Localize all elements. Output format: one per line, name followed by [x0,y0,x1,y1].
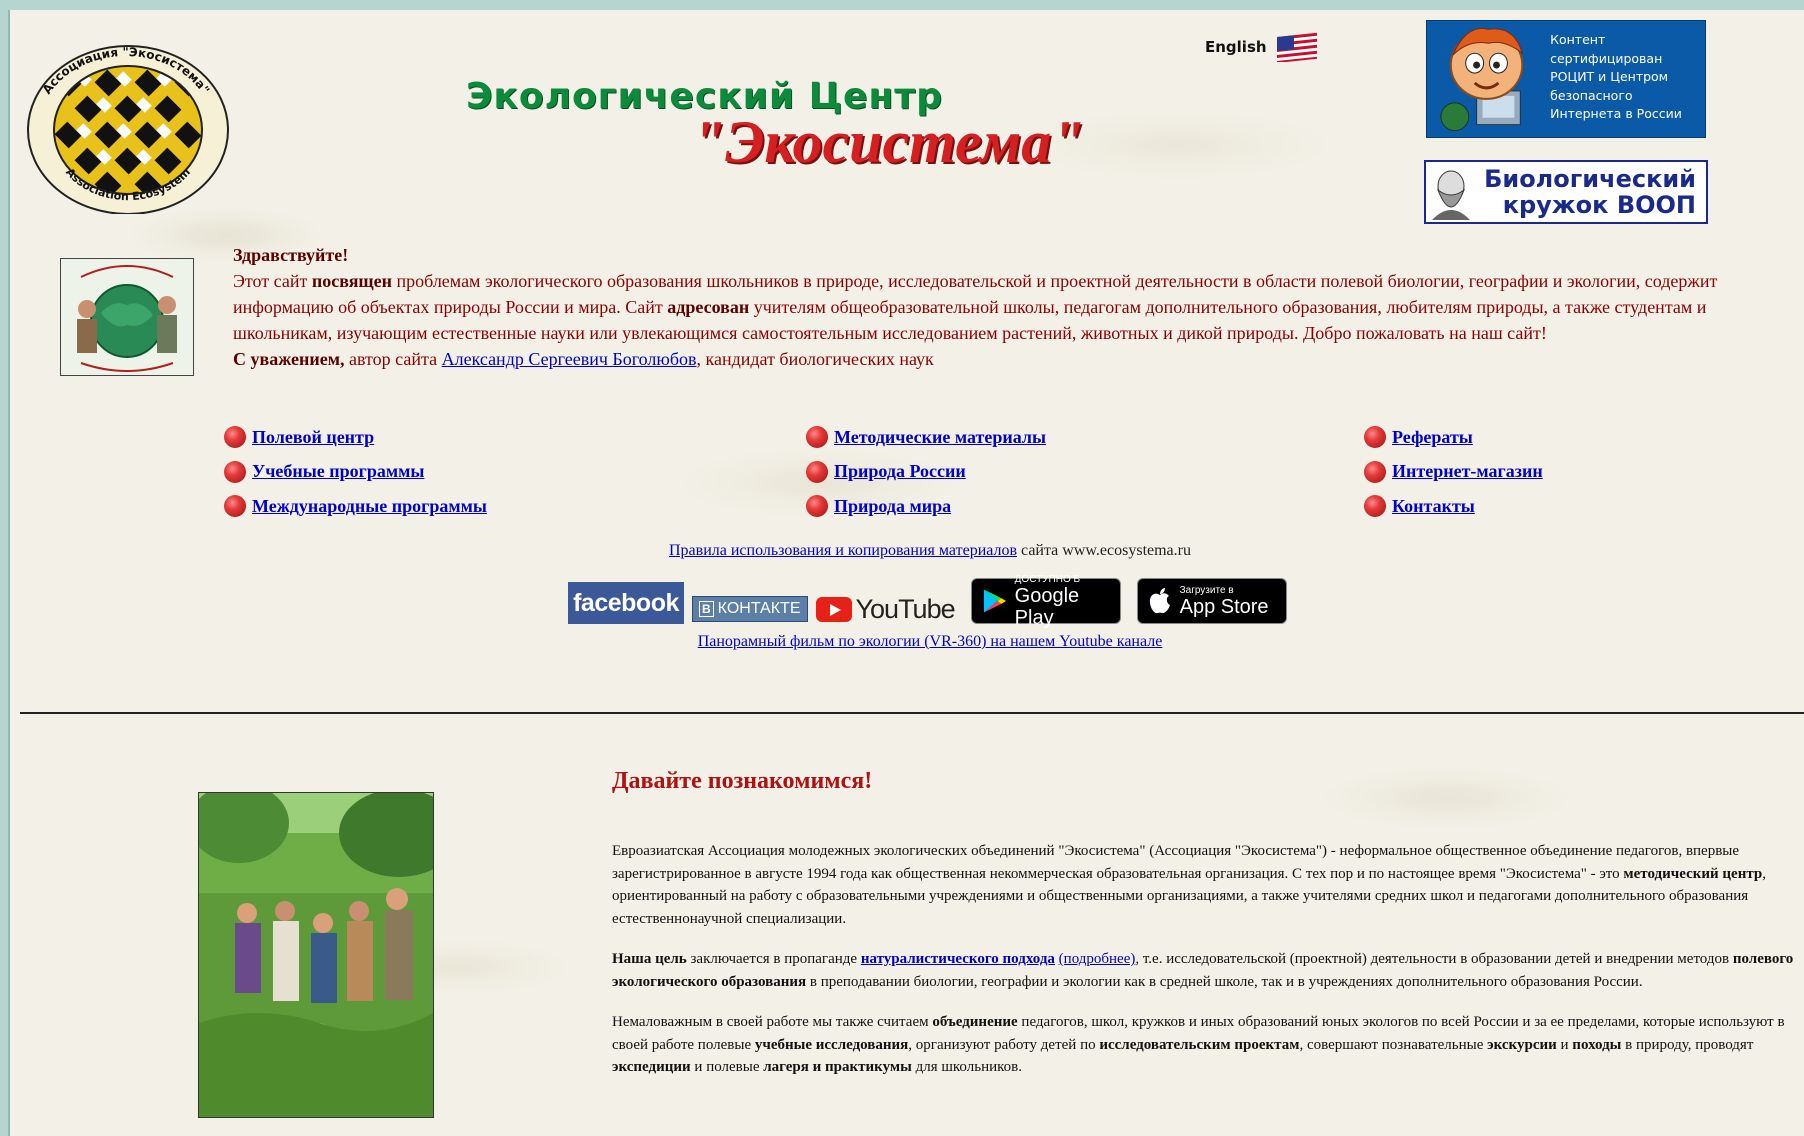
google-play-button[interactable]: ДОСТУПНО В Google Play [970,574,1121,629]
greeting-hello: Здравствуйте! [233,245,349,265]
association-logo[interactable]: Ассоциация "Экосистема" Association Ecos… [22,34,230,214]
red-ball-icon [806,460,828,483]
cartoon-boy-icon [1440,27,1524,132]
google-play-icon [983,589,1006,613]
rocit-certificate-banner[interactable]: Контент сертифицирован РОЦИТ и Центром б… [1426,20,1706,138]
youtube-button[interactable]: YouTube [815,594,956,624]
nav-column-3: Рефераты Интернет-магазин Контакты [1364,420,1543,524]
about-paragraph-3: Немаловажным в своей работе мы также счи… [612,1014,1785,1075]
app-store-button[interactable]: Загрузите в App Store [1136,578,1287,624]
red-ball-icon [224,495,246,518]
field-trip-photo[interactable] [198,792,434,1118]
red-ball-icon [1364,460,1386,483]
more-details-link[interactable]: (подробнее) [1059,951,1136,967]
red-ball-icon [1364,426,1386,449]
red-ball-icon [806,495,828,518]
naturalist-approach-link[interactable]: натуралистического подхода [861,951,1055,967]
nav-link-nature-russia[interactable]: Природа России [806,455,1046,490]
english-language-link[interactable]: English [1205,32,1319,62]
nav-link-study-programs[interactable]: Учебные программы [224,455,487,490]
nav-link-methodical-materials[interactable]: Методические материалы [806,420,1046,455]
nav-link-essays[interactable]: Рефераты [1364,420,1543,455]
greeting-signature: С уважением, автор сайта Александр Серге… [233,349,934,369]
greeting-block: Здравствуйте! Этот сайт посвящен проблем… [233,242,1804,372]
vkontakte-button[interactable]: В КОНТАКТЕ [692,596,808,622]
nav-link-international-programs[interactable]: Международные программы [224,489,487,524]
rules-line: Правила использования и копирования мате… [669,542,1191,559]
bio-line2: кружок ВООП [1502,191,1696,219]
field-studies-logo[interactable] [60,258,194,376]
nav-link-nature-world[interactable]: Природа мира [806,489,1046,524]
rocit-text: Контент сертифицирован РОЦИТ и Центром б… [1550,32,1682,121]
vr-film-line: Панорамный фильм по экологии (VR-360) на… [610,633,1250,651]
about-paragraph-1: Евроазиатская Ассоциация молодежных экол… [612,843,1766,927]
social-links: facebook В КОНТАКТЕ YouTube ДОСТУПНО В Goo… [568,574,1287,629]
us-flag-icon [1276,32,1317,62]
rules-link[interactable]: Правила использования и копирования мате… [669,542,1017,559]
red-ball-icon [224,426,246,449]
red-ball-icon [224,460,246,483]
nav-link-online-shop[interactable]: Интернет-магазин [1364,455,1543,490]
about-title: Давайте познакомимся! [612,768,873,794]
facebook-button[interactable]: facebook [568,582,684,624]
section-divider [20,712,1804,714]
greeting-paragraph: Этот сайт посвящен проблемам экологическ… [233,271,1718,343]
nav-link-field-center[interactable]: Полевой центр [224,420,487,455]
nav-column-1: Полевой центр Учебные программы Междунар… [224,420,487,524]
nav-link-contacts[interactable]: Контакты [1364,489,1543,524]
bio-circle-banner[interactable]: Биологический кружок ВООП [1424,160,1708,224]
site-title-line2: "Экосистема" [692,109,1085,175]
red-ball-icon [1364,495,1386,518]
apple-icon [1149,588,1170,614]
vr-film-link[interactable]: Панорамный фильм по экологии (VR-360) на… [698,633,1163,650]
english-label: English [1205,38,1267,56]
bio-line1: Биологический [1484,165,1696,193]
page: Ассоциация "Экосистема" Association Ecos… [8,10,1804,1136]
nav-column-2: Методические материалы Природа России Пр… [806,420,1046,524]
about-paragraph-2: Наша цель заключается в пропаганде натур… [612,951,1794,990]
author-link[interactable]: Александр Сергеевич Боголюбов [442,349,697,369]
darwin-portrait-icon [1432,170,1470,220]
red-ball-icon [806,426,828,449]
youtube-play-icon [815,596,852,622]
about-text: Евроазиатская Ассоциация молодежных экол… [612,840,1804,1097]
